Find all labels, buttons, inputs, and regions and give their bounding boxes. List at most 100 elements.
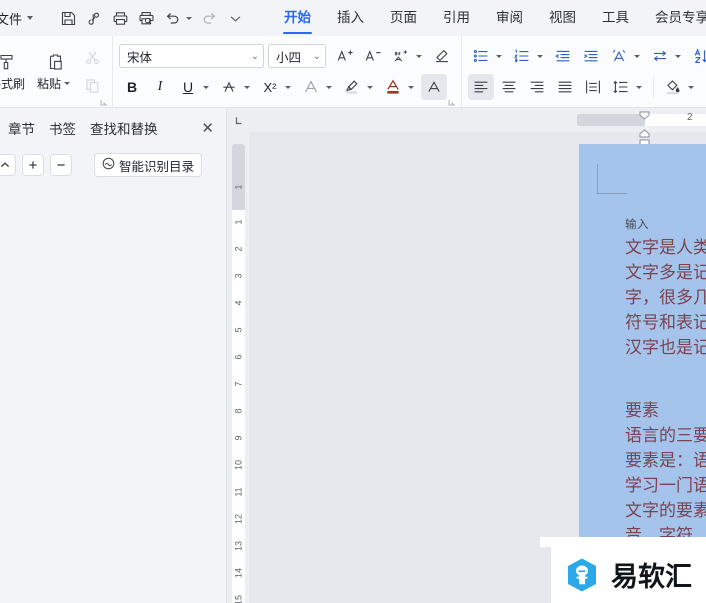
- vertical-ruler[interactable]: 1 1 2 3 4 5 6 7 8 9 10 11 12 13 14 15 16: [227, 132, 249, 603]
- vruler-number: 10: [233, 460, 243, 471]
- chevron-down-icon: [688, 85, 694, 89]
- document-area: 2 4: [227, 108, 706, 603]
- align-right-icon[interactable]: [524, 74, 550, 100]
- tab-insert[interactable]: 插入: [324, 0, 377, 36]
- expand-level-icon[interactable]: [22, 154, 44, 176]
- ruler-number: 2: [687, 112, 693, 123]
- tab-reference[interactable]: 引用: [430, 0, 483, 36]
- vruler-number: 5: [233, 327, 243, 333]
- increase-indent-icon[interactable]: [578, 43, 604, 69]
- horizontal-ruler[interactable]: 2 4: [227, 108, 706, 146]
- share-icon[interactable]: [82, 6, 106, 30]
- font-color-icon: [380, 74, 406, 100]
- font-dialog-launcher[interactable]: [447, 95, 458, 106]
- tab-tools[interactable]: 工具: [589, 0, 642, 36]
- nav-tab-chapters[interactable]: 章节: [8, 118, 35, 138]
- bold-button[interactable]: B: [119, 74, 145, 100]
- shading-button[interactable]: [660, 74, 699, 100]
- highlight-button[interactable]: [339, 74, 378, 100]
- watermark: 易软汇: [551, 546, 706, 603]
- chevron-down-icon: [285, 85, 291, 89]
- document-line: 字，很多几: [625, 288, 706, 308]
- tab-stop-selector-icon[interactable]: [227, 108, 249, 132]
- clear-format-icon[interactable]: [429, 43, 455, 69]
- strikethrough-icon: [216, 74, 242, 100]
- tab-start[interactable]: 开始: [271, 0, 324, 36]
- navigation-pane-content[interactable]: [0, 182, 226, 603]
- borders-icon[interactable]: [701, 74, 706, 100]
- nav-tab-find-replace[interactable]: 查找和替换: [90, 118, 158, 138]
- decrease-indent-icon[interactable]: [550, 43, 576, 69]
- close-icon[interactable]: ✕: [197, 119, 218, 137]
- shrink-font-icon[interactable]: [360, 43, 386, 69]
- vruler-number: 8: [233, 408, 243, 414]
- smart-toc-icon: [102, 157, 115, 173]
- font-family-select[interactable]: 宋体 ⌄: [119, 44, 264, 68]
- superscript-button[interactable]: X²: [257, 74, 296, 100]
- font-row-1: 宋体 ⌄ 小四 ⌄: [119, 43, 455, 70]
- align-distribute-icon[interactable]: [580, 74, 606, 100]
- sort-icon[interactable]: [688, 43, 706, 69]
- grow-font-icon[interactable]: [332, 43, 358, 69]
- collapse-level-icon[interactable]: [50, 154, 72, 176]
- chevron-down-icon: [634, 54, 640, 58]
- document-line: 汉字也是记: [625, 338, 706, 358]
- numbering-button[interactable]: [509, 43, 548, 69]
- document-line: 文字的要素: [625, 501, 706, 521]
- text-direction-button[interactable]: [647, 43, 686, 69]
- file-menu-button[interactable]: 文件: [0, 6, 42, 31]
- document-line: 学习一门语: [625, 476, 706, 496]
- chevron-down-icon: [367, 85, 373, 89]
- ruler-page-area: [645, 114, 706, 126]
- tab-view[interactable]: 视图: [536, 0, 589, 36]
- bullets-button[interactable]: [468, 43, 507, 69]
- char-shading-button[interactable]: [421, 74, 447, 100]
- format-painter-button[interactable]: 格式刷: [0, 41, 32, 103]
- tab-review[interactable]: 审阅: [483, 0, 536, 36]
- document-line: 要素是：语: [625, 451, 706, 471]
- nav-tab-bookmarks[interactable]: 书签: [49, 118, 76, 138]
- undo-button[interactable]: [160, 6, 195, 30]
- font-color-button[interactable]: [380, 74, 419, 100]
- align-justify-icon[interactable]: [552, 74, 578, 100]
- print-preview-icon[interactable]: [134, 6, 158, 30]
- clipboard-dialog-launcher[interactable]: [99, 95, 110, 106]
- main-body: 章节 书签 查找和替换 ✕ 智能识别目录 2 1 1 2 3 4 5 6 7 8…: [0, 108, 706, 603]
- align-left-icon[interactable]: [468, 74, 494, 100]
- cut-icon[interactable]: [78, 45, 106, 71]
- chevron-down-icon: [496, 54, 502, 58]
- strikethrough-button[interactable]: [216, 74, 255, 100]
- collapse-all-icon[interactable]: [0, 154, 16, 176]
- document-page[interactable]: 输入 文字是人类 文字多是记 字，很多几 符号和表记 汉字也是记 要素 语言的三…: [579, 144, 706, 603]
- line-spacing-button[interactable]: [608, 74, 647, 100]
- customize-quick-access-icon[interactable]: [223, 6, 247, 30]
- chevron-down-icon: [326, 85, 332, 89]
- smart-toc-button[interactable]: 智能识别目录: [94, 153, 203, 177]
- chinese-layout-button[interactable]: [606, 43, 645, 69]
- save-icon[interactable]: [56, 6, 80, 30]
- yiruanhui-logo-icon: [563, 556, 601, 594]
- paste-button[interactable]: 粘贴: [32, 41, 78, 103]
- tab-member[interactable]: 会员专享: [642, 0, 706, 36]
- align-center-icon[interactable]: [496, 74, 522, 100]
- text-effect-button[interactable]: [298, 74, 337, 100]
- print-icon[interactable]: [108, 6, 132, 30]
- document-content[interactable]: 输入 文字是人类 文字多是记 字，很多几 符号和表记 汉字也是记 要素 语言的三…: [625, 216, 706, 574]
- first-line-indent-marker[interactable]: [639, 108, 650, 125]
- chevron-down-icon: [537, 54, 543, 58]
- paste-label: 粘贴: [36, 76, 61, 91]
- italic-button[interactable]: I: [147, 74, 173, 100]
- vruler-number: 15: [233, 595, 243, 603]
- text-effect-icon: [298, 74, 324, 100]
- redo-icon[interactable]: [197, 6, 221, 30]
- pinyin-guide-button[interactable]: [388, 43, 427, 69]
- font-size-select[interactable]: 小四 ⌄: [268, 44, 326, 68]
- ribbon-group-paragraph: [461, 36, 706, 107]
- underline-label: U: [182, 79, 194, 95]
- underline-button[interactable]: U: [175, 74, 214, 100]
- shading-icon: [660, 74, 686, 100]
- tab-page[interactable]: 页面: [377, 0, 430, 36]
- chevron-down-icon: ⌄: [250, 50, 259, 62]
- document-section: 输入 文字是人类 文字多是记 字，很多几 符号和表记 汉字也是记: [625, 216, 706, 361]
